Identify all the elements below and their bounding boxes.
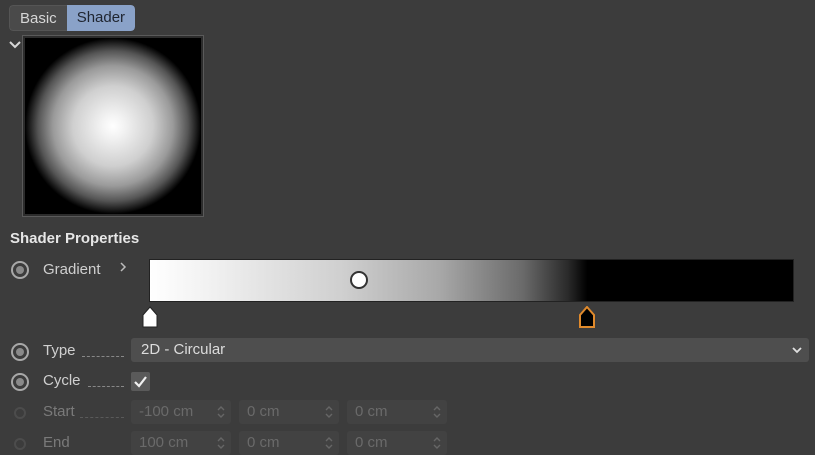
keyframe-button-type[interactable]: [11, 343, 29, 361]
gradient-label: Gradient: [43, 261, 101, 278]
end-y-field[interactable]: 0 cm: [239, 431, 339, 455]
start-x-value: -100 cm: [139, 403, 194, 420]
start-label: Start: [43, 403, 75, 420]
spinner-icon[interactable]: [324, 435, 334, 451]
spinner-icon[interactable]: [216, 435, 226, 451]
label-dots: [88, 386, 124, 388]
keyframe-button-start[interactable]: [14, 407, 26, 419]
end-z-field[interactable]: 0 cm: [347, 431, 447, 455]
type-label: Type: [43, 342, 76, 359]
gradient-knot-white[interactable]: [142, 306, 158, 328]
gradient-midpoint-handle[interactable]: [350, 271, 368, 289]
section-title: Shader Properties: [10, 230, 140, 247]
tab-shader[interactable]: Shader: [66, 5, 136, 31]
keyframe-button-cycle[interactable]: [11, 373, 29, 391]
start-y-field[interactable]: 0 cm: [239, 400, 339, 424]
label-dots: [82, 356, 124, 358]
shader-preview-image: [25, 38, 201, 214]
tab-basic[interactable]: Basic: [9, 5, 67, 31]
end-x-value: 100 cm: [139, 434, 189, 451]
spinner-icon[interactable]: [432, 435, 442, 451]
end-y-value: 0 cm: [247, 434, 280, 451]
chevron-right-icon[interactable]: [118, 262, 128, 272]
type-dropdown[interactable]: 2D - Circular: [131, 338, 809, 362]
gradient-knot-black-selected[interactable]: [579, 306, 595, 328]
start-z-value: 0 cm: [355, 403, 388, 420]
keyframe-button-gradient[interactable]: [11, 261, 29, 279]
label-dots: [80, 417, 124, 419]
gradient-bar[interactable]: [149, 259, 794, 302]
spinner-icon[interactable]: [216, 404, 226, 420]
chevron-down-icon[interactable]: [8, 38, 22, 52]
tab-bar: Basic Shader: [9, 5, 136, 31]
start-y-value: 0 cm: [247, 403, 280, 420]
chevron-down-icon: [792, 347, 802, 354]
start-x-field[interactable]: -100 cm: [131, 400, 231, 424]
spinner-icon[interactable]: [324, 404, 334, 420]
checkmark-icon: [134, 376, 147, 388]
type-dropdown-value: 2D - Circular: [141, 341, 226, 358]
keyframe-button-end[interactable]: [14, 438, 26, 450]
end-x-field[interactable]: 100 cm: [131, 431, 231, 455]
cycle-label: Cycle: [43, 372, 81, 389]
cycle-checkbox[interactable]: [131, 372, 150, 391]
spinner-icon[interactable]: [432, 404, 442, 420]
shader-preview: [22, 35, 204, 217]
end-label: End: [43, 434, 70, 451]
end-z-value: 0 cm: [355, 434, 388, 451]
start-z-field[interactable]: 0 cm: [347, 400, 447, 424]
